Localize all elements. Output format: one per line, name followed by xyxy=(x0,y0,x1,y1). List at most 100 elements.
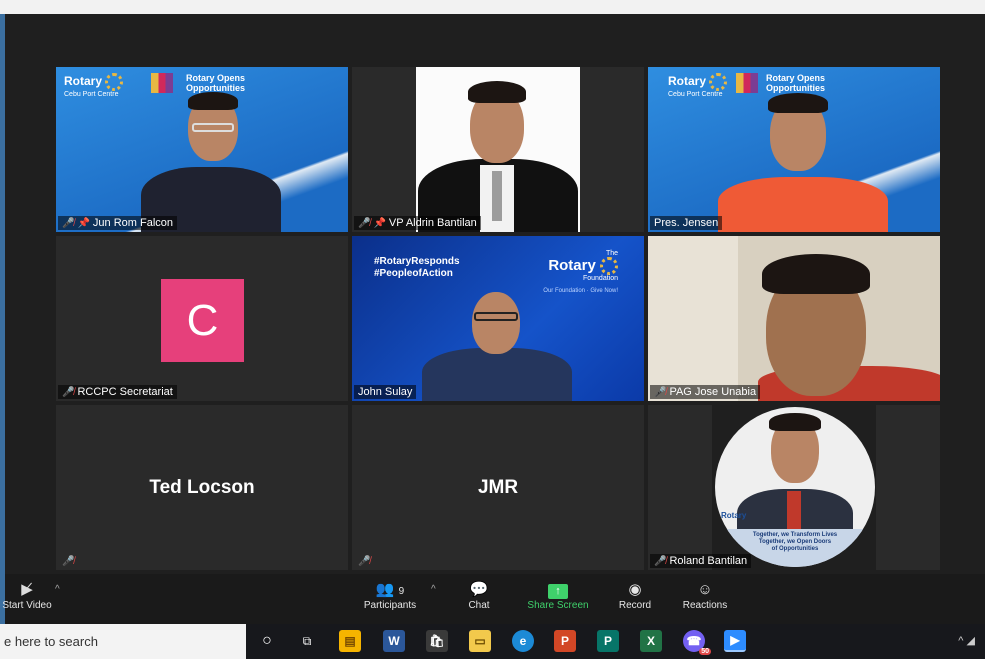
room-door xyxy=(648,236,738,401)
mic-muted-icon: 🎤̸ xyxy=(358,217,371,229)
mic-muted-icon: 🎤̸ xyxy=(654,555,667,567)
video-tile-roland-bantilan[interactable]: Rotary Together, we Transform Lives Toge… xyxy=(648,405,940,570)
record-button[interactable]: ◉ Record xyxy=(613,580,657,611)
participants-count: 9 xyxy=(398,586,405,597)
zoom-icon[interactable]: ▶ xyxy=(724,630,746,652)
publisher-icon[interactable]: P xyxy=(597,630,619,652)
chat-button[interactable]: 💬 Chat xyxy=(459,580,499,611)
participant-name-tag: 🎤̸ 📌 Jun Rom Falcon xyxy=(58,216,177,230)
participant-head xyxy=(472,292,520,354)
necktie xyxy=(787,491,801,531)
edge-icon[interactable]: e xyxy=(512,630,534,652)
tray-chevron-icon[interactable]: ^ xyxy=(958,635,963,647)
participants-options-caret[interactable]: ^ xyxy=(431,584,436,595)
participant-hair xyxy=(188,92,238,110)
task-view-icon[interactable]: ⧉ xyxy=(296,630,318,652)
video-tile-pag-jose-unabia[interactable]: 🎤̸ PAG Jose Unabia xyxy=(648,236,940,401)
foundation-slogan: Our Foundation · Give Now! xyxy=(543,288,618,294)
mic-muted-icon: 🎤̸ xyxy=(62,556,75,567)
hashtag-rotary-responds: #RotaryResponds xyxy=(374,256,460,267)
video-tile-rccpc-secretariat[interactable]: C 🎤̸ RCCPC Secretariat xyxy=(56,236,348,401)
excel-icon[interactable]: X xyxy=(640,630,662,652)
participant-body xyxy=(422,348,572,401)
participant-name-tag: 🎤̸ PAG Jose Unabia xyxy=(650,385,761,399)
file-explorer-icon[interactable]: ▭ xyxy=(469,630,491,652)
system-tray[interactable]: ^ ◢ xyxy=(958,634,975,647)
participant-shirt xyxy=(718,177,888,232)
participant-name: RCCPC Secretariat xyxy=(77,386,173,398)
participant-display-name: Ted Locson xyxy=(149,477,255,498)
network-icon[interactable]: ◢ xyxy=(967,635,975,647)
mic-muted-icon: 🎤̸ xyxy=(654,386,667,398)
banner-line: Together, we Transform Lives xyxy=(752,532,838,538)
window-top-strip xyxy=(0,0,985,14)
viber-icon[interactable]: ☎ 50 xyxy=(683,630,711,655)
banner-line: of Opportunities xyxy=(771,546,819,552)
participant-name-tag: 🎤̸ 📌 VP Aldrin Bantilan xyxy=(354,216,481,230)
record-icon: ◉ xyxy=(628,581,642,598)
chat-icon: 💬 xyxy=(469,581,489,598)
sticky-notes-icon[interactable]: ▤ xyxy=(339,630,361,652)
glasses xyxy=(474,312,518,321)
video-tile-pres-jensen[interactable]: Rotary Cebu Port Centre Rotary Opens Opp… xyxy=(648,67,940,232)
rotary-wheel-icon xyxy=(600,257,618,276)
participant-name-tag: 🎤̸ xyxy=(354,555,374,568)
participant-name-tag: 🎤̸ xyxy=(58,555,78,568)
start-video-button[interactable]: ▶̸ Start Video xyxy=(0,580,55,611)
taskbar-search-box[interactable]: e here to search xyxy=(0,624,246,659)
rotary-theme-bars xyxy=(151,73,173,93)
zoom-meeting-window: Rotary Cebu Port Centre Rotary Opens Opp… xyxy=(0,0,985,659)
rotary-foundation-logo: The Rotary Foundation xyxy=(548,250,618,283)
windows-taskbar: e here to search ○ ⧉ ▤ W 🛍 ▭ e P P X ☎ 5… xyxy=(0,624,985,659)
gallery-view: Rotary Cebu Port Centre Rotary Opens Opp… xyxy=(5,14,985,574)
rotary-theme-bars xyxy=(736,73,758,93)
pin-icon: 📌 xyxy=(77,217,90,229)
hashtag-people-of-action: #PeopleofAction xyxy=(374,268,453,279)
participant-name-tag: 🎤̸ Roland Bantilan xyxy=(650,554,752,568)
rotary-tagline: Rotary Opens Opportunities xyxy=(186,73,246,93)
mic-muted-icon: 🎤̸ xyxy=(358,556,371,567)
video-tile-jun-rom-falcon[interactable]: Rotary Cebu Port Centre Rotary Opens Opp… xyxy=(56,67,348,232)
participant-name: PAG Jose Unabia xyxy=(669,386,757,398)
video-tile-john-sulay[interactable]: #RotaryResponds #PeopleofAction The Rota… xyxy=(352,236,644,401)
participant-name: VP Aldrin Bantilan xyxy=(388,217,477,229)
video-tile-ted-locson[interactable]: Ted Locson 🎤̸ xyxy=(56,405,348,570)
rotary-logo: Rotary Cebu Port Centre xyxy=(64,73,124,98)
participant-name-tag: John Sulay xyxy=(354,385,417,399)
cortana-icon[interactable]: ○ xyxy=(256,630,278,652)
word-icon[interactable]: W xyxy=(383,630,405,652)
participant-name: Pres. Jensen xyxy=(654,217,719,229)
video-off-icon: ▶̸ xyxy=(21,581,33,598)
rotary-wheel-icon xyxy=(709,73,728,91)
rotary-logo: Rotary Cebu Port Centre xyxy=(668,73,728,98)
participant-name-tag: 🎤̸ RCCPC Secretariat xyxy=(58,385,177,399)
participants-icon: 👥 9 xyxy=(375,581,405,598)
participant-name: John Sulay xyxy=(358,386,413,398)
participants-button[interactable]: 👥 9 Participants xyxy=(357,580,423,611)
video-tile-vp-aldrin-bantilan[interactable]: 🎤̸ 📌 VP Aldrin Bantilan xyxy=(352,67,644,232)
share-screen-button[interactable]: ↑ Share Screen xyxy=(523,580,593,611)
necktie xyxy=(492,171,502,221)
store-icon[interactable]: 🛍 xyxy=(426,630,448,652)
participant-name: Roland Bantilan xyxy=(669,555,748,567)
mic-muted-icon: 🎤̸ xyxy=(62,217,75,229)
pin-icon: 📌 xyxy=(373,217,386,229)
hashtags: #RotaryResponds #PeopleofAction xyxy=(374,256,460,280)
notification-badge: 50 xyxy=(699,648,711,655)
participant-hair xyxy=(768,93,828,113)
participant-name-tag: Pres. Jensen xyxy=(650,216,723,230)
banner-line: Together, we Open Doors xyxy=(758,539,832,545)
participant-name: Jun Rom Falcon xyxy=(92,217,173,229)
video-tile-jmr[interactable]: JMR 🎤̸ xyxy=(352,405,644,570)
share-screen-icon: ↑ xyxy=(523,580,593,600)
participant-hair xyxy=(769,413,821,431)
powerpoint-icon[interactable]: P xyxy=(554,630,576,652)
glasses xyxy=(192,123,234,132)
reactions-button[interactable]: ☺ Reactions xyxy=(677,580,733,611)
participant-display-name: JMR xyxy=(477,477,519,498)
reactions-icon: ☺ xyxy=(697,581,713,598)
avatar: C xyxy=(161,279,244,362)
video-options-caret[interactable]: ^ xyxy=(55,584,60,595)
rotary-mini-logo: Rotary xyxy=(721,511,747,520)
participant-hair xyxy=(762,254,870,294)
